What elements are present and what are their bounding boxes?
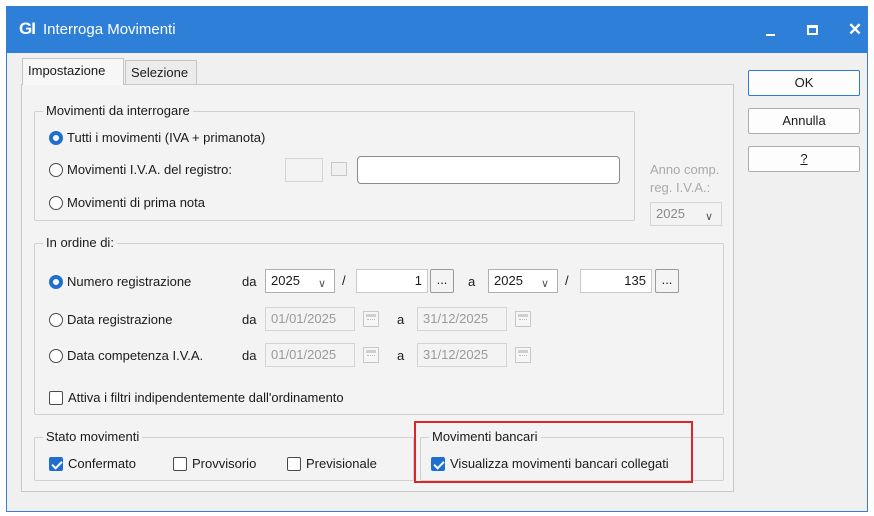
title-bar[interactable]: GI Interroga Movimenti ✕ [7, 7, 867, 53]
app-logo-icon: GI [19, 19, 36, 38]
tab-selezione[interactable]: Selezione [125, 60, 197, 84]
radio-prima-nota[interactable]: Movimenti di prima nota [49, 195, 205, 210]
calendar-icon[interactable] [363, 311, 379, 327]
registro-description-input[interactable] [357, 156, 620, 184]
da-label: da [242, 274, 257, 289]
numero-registrazione-label: Numero registrazione [67, 274, 192, 289]
close-button[interactable]: ✕ [835, 7, 874, 53]
annulla-button[interactable]: Annulla [748, 108, 860, 134]
radio-indicator [49, 348, 63, 363]
num-da-input[interactable]: 1 [356, 269, 428, 293]
anno-comp-label: Anno comp. reg. I.V.A.: [650, 161, 719, 197]
stato-group: Stato movimenti Confermato Provvisorio P… [34, 429, 414, 481]
anno-a-value: 2025 [494, 273, 523, 288]
filtri-checkbox-label: Attiva i filtri indipendentemente dall'o… [68, 390, 344, 405]
anno-comp-select[interactable]: 2025 ∨ [650, 202, 722, 226]
num-a-lookup-button[interactable]: ... [655, 269, 679, 293]
data-competenza-label: Data competenza I.V.A. [67, 348, 204, 363]
radio-data-registrazione[interactable]: Data registrazione [49, 312, 173, 327]
previsionale-checkbox[interactable]: Previsionale [287, 456, 377, 471]
radio-indicator [49, 274, 63, 289]
checkbox-indicator [173, 456, 187, 471]
filtri-checkbox[interactable]: Attiva i filtri indipendentemente dall'o… [49, 390, 344, 405]
radio-iva-label: Movimenti I.V.A. del registro: [67, 162, 232, 177]
radio-tutti-movimenti[interactable]: Tutti i movimenti (IVA + primanota) [49, 130, 265, 145]
data-registrazione-label: Data registrazione [67, 312, 173, 327]
maximize-icon [807, 25, 818, 35]
slash-separator: / [565, 273, 569, 288]
data-comp-a-input[interactable]: 31/12/2025 [417, 343, 507, 367]
anno-da-select[interactable]: 2025 ∨ [265, 269, 335, 293]
radio-tutti-label: Tutti i movimenti (IVA + primanota) [67, 130, 266, 145]
close-icon: ✕ [847, 20, 863, 39]
anno-a-select[interactable]: 2025 ∨ [488, 269, 558, 293]
highlight-annotation [414, 421, 693, 483]
radio-indicator [49, 195, 63, 210]
confermato-checkbox[interactable]: Confermato [49, 456, 136, 471]
minimize-icon [766, 34, 775, 36]
chevron-down-icon: ∨ [540, 278, 549, 290]
checkbox-indicator [287, 456, 301, 471]
minimize-button[interactable] [751, 7, 791, 53]
radio-indicator [49, 130, 63, 145]
lookup-icon[interactable] [331, 162, 347, 176]
checkbox-indicator [49, 456, 63, 471]
data-comp-da-input[interactable]: 01/01/2025 [265, 343, 355, 367]
radio-numero-registrazione[interactable]: Numero registrazione [49, 274, 191, 289]
ordine-group-label: In ordine di: [43, 235, 117, 250]
calendar-icon[interactable] [363, 347, 379, 363]
window-title: Interroga Movimenti [43, 21, 176, 38]
stato-group-label: Stato movimenti [43, 429, 143, 444]
slash-separator: / [342, 273, 346, 288]
num-a-input[interactable]: 135 [580, 269, 652, 293]
confermato-label: Confermato [68, 456, 136, 471]
data-reg-da-input[interactable]: 01/01/2025 [265, 307, 355, 331]
calendar-icon[interactable] [515, 347, 531, 363]
data-reg-a-input[interactable]: 31/12/2025 [417, 307, 507, 331]
provvisorio-checkbox[interactable]: Provvisorio [173, 456, 256, 471]
chevron-down-icon: ∨ [704, 211, 713, 223]
a-label: a [468, 274, 476, 289]
ordine-group: In ordine di: Numero registrazione da 20… [34, 235, 724, 415]
anno-da-value: 2025 [271, 273, 300, 288]
num-da-lookup-button[interactable]: ... [430, 269, 454, 293]
a-label: a [397, 348, 405, 363]
provvisorio-label: Provvisorio [192, 456, 257, 471]
checkbox-indicator [49, 390, 63, 405]
movimenti-group: Movimenti da interrogare Tutti i movimen… [34, 103, 635, 221]
radio-indicator [49, 162, 63, 177]
anno-comp-label-line1: Anno comp. [650, 162, 720, 177]
maximize-button[interactable] [793, 7, 833, 53]
ok-button[interactable]: OK [748, 70, 860, 96]
da-label: da [242, 312, 257, 327]
da-label: da [242, 348, 257, 363]
chevron-down-icon: ∨ [317, 278, 326, 290]
tab-impostazione[interactable]: Impostazione [22, 58, 124, 85]
help-button[interactable]: ? [748, 146, 860, 172]
radio-prima-nota-label: Movimenti di prima nota [67, 195, 205, 210]
anno-comp-label-line2: reg. I.V.A.: [650, 180, 711, 195]
movimenti-group-label: Movimenti da interrogare [43, 103, 193, 118]
anno-comp-value: 2025 [656, 206, 685, 221]
registro-code-input[interactable] [285, 158, 323, 182]
calendar-icon[interactable] [515, 311, 531, 327]
radio-movimenti-iva[interactable]: Movimenti I.V.A. del registro: [49, 162, 232, 177]
a-label: a [397, 312, 405, 327]
previsionale-label: Previsionale [306, 456, 377, 471]
radio-data-competenza[interactable]: Data competenza I.V.A. [49, 348, 203, 363]
radio-indicator [49, 312, 63, 327]
